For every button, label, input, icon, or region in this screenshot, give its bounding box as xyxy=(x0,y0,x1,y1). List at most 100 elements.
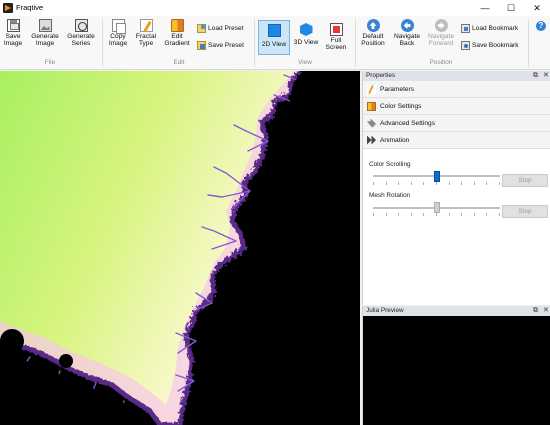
generate-series-label-2: Series xyxy=(71,40,91,48)
mesh-rotation-ticks xyxy=(373,213,500,216)
load-preset-button[interactable]: Load Preset xyxy=(197,24,244,33)
ribbon-separator xyxy=(254,19,255,67)
arrow-left-icon xyxy=(400,19,414,32)
group-label-file: File xyxy=(44,59,56,66)
minimize-button[interactable]: — xyxy=(472,0,498,16)
float-panel-icon[interactable]: ⧉ xyxy=(533,71,538,81)
fast-forward-icon xyxy=(367,135,376,145)
section-advanced-settings[interactable]: Advanced Settings xyxy=(363,115,550,132)
section-parameters-label: Parameters xyxy=(380,85,415,93)
app-logo-icon xyxy=(3,3,13,13)
properties-header: Properties ⧉ ✕ xyxy=(363,71,550,81)
section-advanced-settings-label: Advanced Settings xyxy=(380,119,435,127)
fractal-view[interactable] xyxy=(0,71,360,425)
image-icon xyxy=(38,19,52,32)
load-bookmark-button[interactable]: Load Bookmark xyxy=(461,24,518,33)
color-scrolling-slider[interactable] xyxy=(433,171,440,182)
view-3d-button[interactable]: 3D View xyxy=(292,19,320,46)
navigate-forward-label-2: Forward xyxy=(428,40,454,48)
generate-image-button[interactable]: Generate Image xyxy=(28,19,62,48)
mesh-rotation-slider[interactable] xyxy=(433,202,440,213)
series-icon xyxy=(74,19,88,32)
save-image-label-1: Save xyxy=(5,33,21,40)
gradient-icon xyxy=(170,19,184,32)
save-image-button[interactable]: Save Image xyxy=(2,19,24,48)
save-bookmark-button[interactable]: Save Bookmark xyxy=(461,41,519,50)
full-screen-label-1: Full xyxy=(330,37,342,44)
bookmark-save-icon xyxy=(461,41,470,50)
generate-series-button[interactable]: Generate Series xyxy=(64,19,98,48)
full-screen-button[interactable]: Full Screen xyxy=(323,19,349,52)
copy-image-button[interactable]: Copy Image xyxy=(106,19,130,48)
julia-preview-panel: Julia Preview ⧉ ✕ xyxy=(362,306,550,425)
save-icon xyxy=(6,19,20,32)
gradient-icon xyxy=(367,101,376,111)
close-button[interactable]: ✕ xyxy=(524,0,550,16)
section-color-settings[interactable]: Color Settings xyxy=(363,98,550,115)
save-preset-label: Save Preset xyxy=(208,42,244,49)
navigate-forward-button[interactable]: Navigate Forward xyxy=(425,19,457,48)
copy-image-label-2: Image xyxy=(108,40,128,48)
copy-icon xyxy=(111,19,126,34)
pencil-icon xyxy=(367,84,376,94)
view-2d-label: 2D View xyxy=(261,41,287,48)
color-scrolling-label: Color Scrolling xyxy=(369,161,411,168)
arrow-right-icon xyxy=(434,19,448,32)
folder-open-icon xyxy=(197,24,206,33)
edit-gradient-label-2: Gradient xyxy=(164,40,190,48)
home-icon xyxy=(366,19,380,32)
navigate-back-label-1: Navigate xyxy=(393,33,421,40)
section-animation[interactable]: Animation xyxy=(363,132,550,149)
window-title: Fraqtive xyxy=(16,3,44,12)
default-position-label-1: Default xyxy=(362,33,384,40)
load-bookmark-label: Load Bookmark xyxy=(472,25,519,32)
help-icon: ? xyxy=(536,21,546,31)
navigate-back-label-2: Back xyxy=(399,40,415,48)
section-animation-label: Animation xyxy=(380,136,410,144)
title-bar: Fraqtive — ☐ ✕ xyxy=(0,0,550,16)
group-label-view: View xyxy=(298,59,312,66)
navigate-forward-label-1: Navigate xyxy=(427,33,455,40)
julia-preview-title: Julia Preview xyxy=(366,307,404,314)
cube-icon xyxy=(299,23,313,36)
generate-series-label-1: Generate xyxy=(67,33,95,40)
folder-save-icon xyxy=(197,41,206,50)
generate-image-label-1: Generate xyxy=(31,33,59,40)
maximize-button[interactable]: ☐ xyxy=(498,0,524,16)
pencil-icon xyxy=(139,19,153,32)
float-panel-icon[interactable]: ⧉ xyxy=(533,306,538,316)
wrench-icon xyxy=(367,118,376,128)
default-position-button[interactable]: Default Position xyxy=(358,19,388,48)
properties-title: Properties xyxy=(366,72,396,79)
mandelbrot-render xyxy=(0,71,360,425)
bookmark-load-icon xyxy=(461,24,470,33)
properties-panel: Properties ⧉ ✕ Parameters Color Settings… xyxy=(362,71,550,305)
julia-preview-canvas[interactable] xyxy=(363,316,550,425)
fractal-type-label-1: Fractal xyxy=(135,33,157,40)
default-position-label-2: Position xyxy=(361,40,385,48)
full-screen-label-2: Screen xyxy=(325,44,347,52)
group-label-edit: Edit xyxy=(173,59,185,66)
save-preset-button[interactable]: Save Preset xyxy=(197,41,244,50)
fractal-type-button[interactable]: Fractal Type xyxy=(133,19,159,48)
edit-gradient-label-1: Edit xyxy=(171,33,183,40)
edit-gradient-button[interactable]: Edit Gradient xyxy=(162,19,192,48)
mesh-rotation-stop-button[interactable]: Stop xyxy=(502,205,548,218)
copy-image-label-1: Copy xyxy=(110,33,126,40)
color-scrolling-stop-button[interactable]: Stop xyxy=(502,174,548,187)
help-button[interactable]: ? xyxy=(536,21,546,31)
group-label-position: Position xyxy=(429,59,453,66)
view-2d-button[interactable]: 2D View xyxy=(258,20,290,55)
navigate-back-button[interactable]: Navigate Back xyxy=(391,19,423,48)
save-bookmark-label: Save Bookmark xyxy=(472,42,519,49)
color-scrolling-ticks xyxy=(373,182,500,185)
ribbon-separator xyxy=(355,19,356,67)
ribbon-separator xyxy=(102,19,103,67)
close-panel-icon[interactable]: ✕ xyxy=(543,306,549,316)
close-panel-icon[interactable]: ✕ xyxy=(543,71,549,81)
ribbon-separator xyxy=(528,19,529,67)
generate-image-label-2: Image xyxy=(35,40,55,48)
save-image-label-2: Image xyxy=(3,40,23,48)
square-view-icon xyxy=(267,24,281,37)
section-parameters[interactable]: Parameters xyxy=(363,81,550,98)
